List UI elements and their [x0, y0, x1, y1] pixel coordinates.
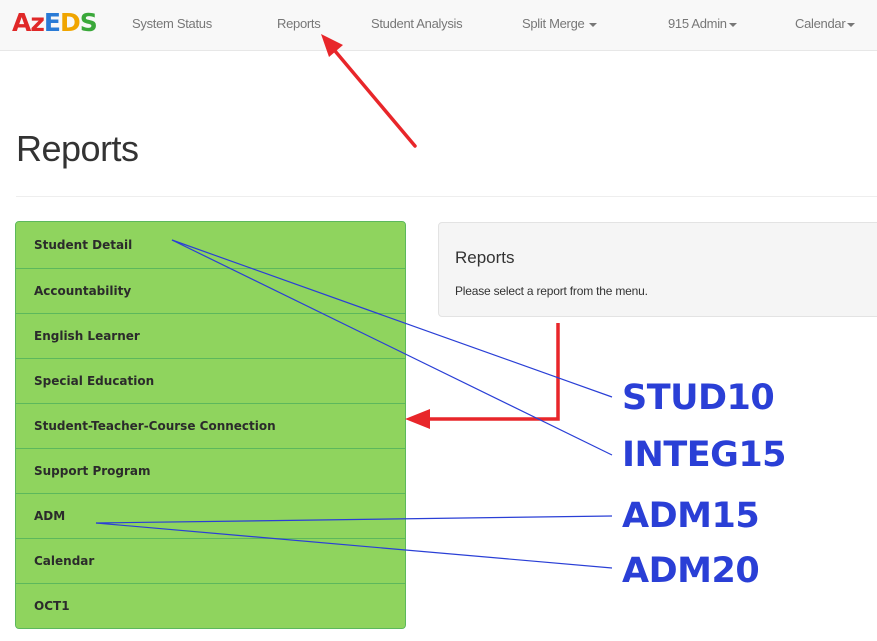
nav-student-analysis[interactable]: Student Analysis [371, 16, 463, 31]
chevron-down-icon [589, 22, 598, 27]
logo-part-s: S [79, 8, 98, 37]
menu-item-support-program[interactable]: Support Program [16, 448, 405, 493]
nav-reports[interactable]: Reports [277, 16, 321, 31]
menu-item-special-education[interactable]: Special Education [16, 358, 405, 403]
menu-item-calendar[interactable]: Calendar [16, 538, 405, 583]
panel-title: Reports [455, 248, 515, 267]
logo-part-e: E [43, 8, 61, 37]
menu-item-oct1[interactable]: OCT1 [16, 583, 405, 628]
reports-info-panel: Reports Please select a report from the … [438, 222, 877, 317]
menu-item-accountability[interactable]: Accountability [16, 268, 405, 313]
menu-item-student-teacher-course-connection[interactable]: Student-Teacher-Course Connection [16, 403, 405, 448]
title-divider [16, 196, 877, 197]
logo-part-az: Az [12, 8, 45, 37]
nav-split-merge-label: Split Merge [522, 16, 585, 31]
menu-item-adm[interactable]: ADM [16, 493, 405, 538]
logo-part-d: D [59, 8, 81, 37]
menu-item-english-learner[interactable]: English Learner [16, 313, 405, 358]
panel-instruction-text: Please select a report from the menu. [455, 284, 648, 298]
azeds-logo[interactable]: AzEDS [12, 8, 98, 37]
chevron-down-icon [847, 22, 856, 27]
nav-calendar-label: Calendar [795, 16, 846, 31]
chevron-down-icon [728, 22, 737, 27]
red-elbow-arrow-to-menu [405, 323, 560, 429]
nav-915-admin-label: 915 Admin [668, 16, 727, 31]
annotation-label-integ15: INTEG15 [622, 435, 787, 475]
annotation-label-adm20: ADM20 [622, 551, 760, 591]
page-title: Reports [16, 128, 139, 169]
nav-915-admin-dropdown[interactable]: 915 Admin [668, 16, 737, 31]
annotation-label-adm15: ADM15 [622, 496, 760, 536]
menu-item-student-detail[interactable]: Student Detail [16, 222, 405, 268]
top-navbar: AzEDS System Status Reports Student Anal… [0, 0, 877, 51]
nav-calendar-dropdown[interactable]: Calendar [795, 16, 856, 31]
nav-system-status[interactable]: System Status [132, 16, 212, 31]
nav-split-merge-dropdown[interactable]: Split Merge [522, 16, 598, 31]
report-menu: Student Detail Accountability English Le… [15, 221, 406, 629]
annotation-label-stud10: STUD10 [622, 378, 775, 418]
